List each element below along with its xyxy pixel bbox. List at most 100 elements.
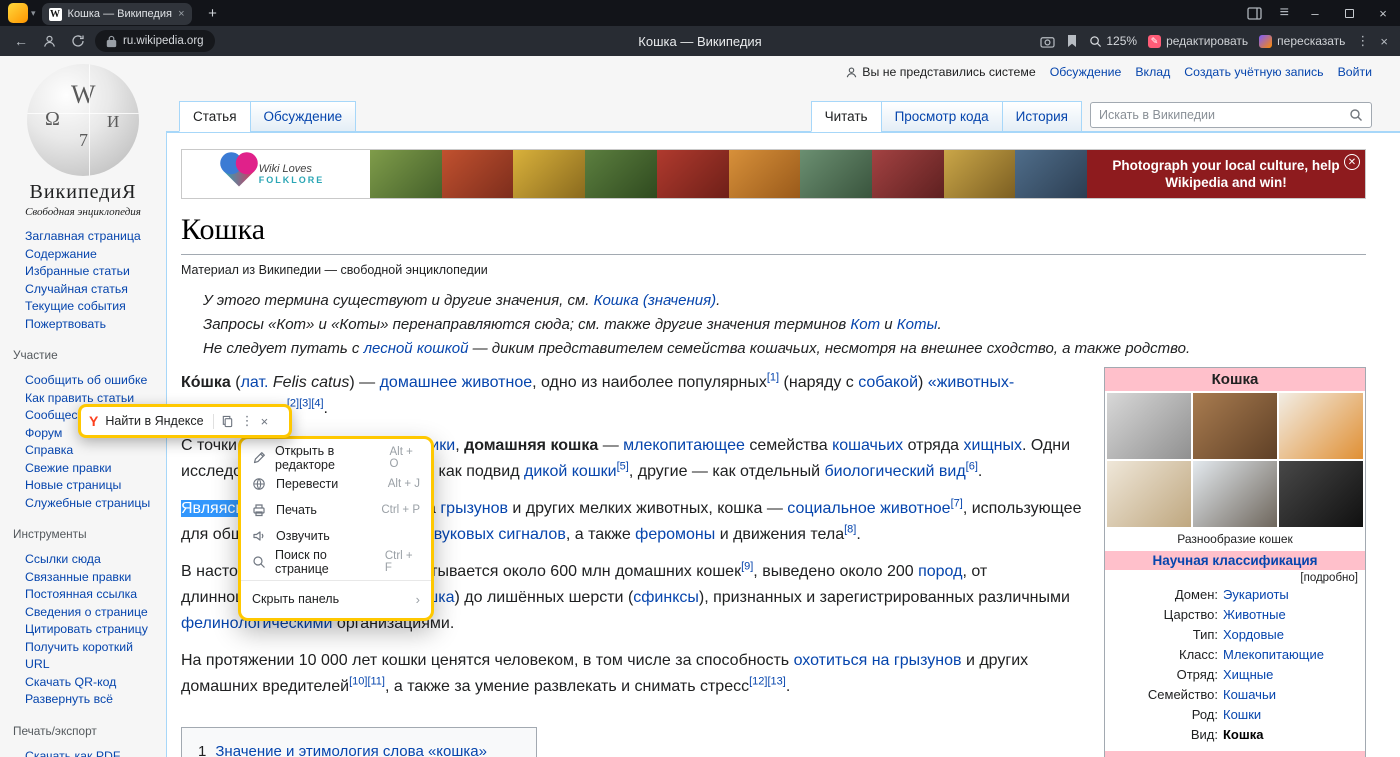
bookmark-icon[interactable] [1066,34,1078,48]
inline-link[interactable]: лат. [241,374,269,391]
menu-item[interactable]: Озвучить [241,523,431,549]
personal-link[interactable]: Войти [1338,65,1372,79]
inline-link[interactable]: Коты [897,316,938,333]
tab-Статья[interactable]: Статья [179,101,251,132]
hide-panel-item[interactable]: Скрыть панель › [241,586,431,612]
reference-link[interactable]: [3] [299,398,311,410]
inline-link[interactable]: дикой кошки [524,463,617,480]
sidebar-link[interactable]: Как править статьи [25,391,134,405]
sidebar-link[interactable]: Форум [25,426,62,440]
sidebar-link[interactable]: Ссылки сюда [25,552,101,566]
personal-link[interactable]: Вклад [1135,65,1170,79]
details-link[interactable]: [подробно] [1105,570,1365,585]
taxonomy-value[interactable]: Млекопитающие [1223,645,1324,665]
inline-link[interactable]: охотиться на грызунов [794,652,962,669]
inline-link[interactable]: звуковых сигналов [426,526,565,543]
sidebar-link[interactable]: Развернуть всё [25,692,113,706]
toc-entry[interactable]: 1Значение и этимология слова «кошка» [198,740,516,757]
url-field[interactable]: ru.wikipedia.org [95,30,215,52]
sidebar-link[interactable]: Цитировать страницу [25,622,148,636]
reference-link[interactable]: [1] [767,372,779,384]
reference-link[interactable]: [7] [951,498,963,510]
reload-icon[interactable] [71,34,85,48]
reference-link[interactable]: [10] [349,676,367,688]
tab-close-icon[interactable]: × [178,8,184,20]
campaign-banner[interactable]: Wiki Loves FOLKLORE Photograph your loca… [181,149,1366,199]
panel-close-icon[interactable]: × [1380,34,1388,49]
window-close-button[interactable]: × [1366,0,1400,26]
inline-link[interactable]: лесной кошкой [364,340,469,357]
sidebar-link[interactable]: Скачать как PDF [25,749,120,757]
profile-icon[interactable] [42,34,57,49]
sidebar-link[interactable]: Сообщить об ошибке [25,373,147,387]
reference-link[interactable]: [11] [367,676,385,688]
inline-link[interactable]: собакой [858,374,918,391]
taxonomy-value[interactable]: Кошки [1223,705,1261,725]
inline-link[interactable]: кошачьих [832,437,903,454]
popup-close-icon[interactable]: × [261,414,269,429]
sidebar-link[interactable]: Заглавная страница [25,229,141,243]
edit-page-button[interactable]: ✎ редактировать [1148,34,1248,48]
taxonomy-value[interactable]: Эукариоты [1223,585,1289,605]
side-panel-icon[interactable] [1247,7,1262,20]
inline-link[interactable]: сфинксы [633,589,699,606]
tab-История[interactable]: История [1002,101,1082,132]
taxonomy-value[interactable]: Хордовые [1223,625,1284,645]
reference-link[interactable]: [12] [749,676,767,688]
tab-Обсуждение[interactable]: Обсуждение [250,101,357,132]
chevron-down-icon[interactable]: ▾ [31,8,36,19]
sidebar-link[interactable]: Скачать QR-код [25,675,116,689]
browser-tab[interactable]: W Кошка — Википедия × [42,3,192,25]
inline-link[interactable]: Кот [850,316,880,333]
tab-Читать[interactable]: Читать [811,101,882,132]
personal-link[interactable]: Обсуждение [1050,65,1122,79]
sidebar-link[interactable]: Случайная статья [25,282,128,296]
sidebar-link[interactable]: Избранные статьи [25,264,130,278]
minimize-button[interactable]: – [1298,0,1332,26]
wiki-search-input[interactable] [1099,108,1349,122]
browser-app-button[interactable] [8,3,28,23]
sidebar-link[interactable]: Пожертвовать [25,317,106,331]
copy-icon[interactable] [221,415,234,428]
retell-button[interactable]: пересказать [1259,34,1345,48]
sidebar-link[interactable]: Справка [25,443,73,457]
personal-link[interactable]: Создать учётную запись [1184,65,1323,79]
reference-link[interactable]: [4] [311,398,323,410]
zoom-indicator[interactable]: 125% [1089,34,1137,48]
inline-link[interactable]: пород [918,563,962,580]
inline-link[interactable]: грызунов [440,500,508,517]
reference-link[interactable]: [5] [617,461,629,473]
sidebar-link[interactable]: Содержание [25,247,97,261]
popup-kebab-icon[interactable]: ⋮ [241,413,254,429]
reference-link[interactable]: [8] [844,524,856,536]
back-icon[interactable]: ← [14,33,28,49]
search-icon[interactable] [1349,108,1363,122]
menu-item[interactable]: Открыть в редактореAlt + O [241,445,431,471]
inline-link[interactable]: биологический вид [824,463,965,480]
wiki-search-box[interactable] [1090,102,1372,128]
classification-header[interactable]: Научная классификация [1105,551,1365,570]
sidebar-link[interactable]: Новые страницы [25,478,121,492]
sidebar-link[interactable]: Свежие правки [25,461,111,475]
sidebar-link[interactable]: Сведения о странице [25,605,148,619]
tab-Просмотр кода[interactable]: Просмотр кода [881,101,1003,132]
inline-link[interactable]: Кошка (значения) [594,292,717,309]
new-tab-button[interactable]: + [204,4,222,22]
inline-link[interactable]: млекопитающее [623,437,745,454]
sidebar-link[interactable]: Постоянная ссылка [25,587,137,601]
sidebar-link[interactable]: Служебные страницы [25,496,150,510]
inline-link[interactable]: домашнее животное [380,374,533,391]
menu-icon[interactable]: ≡ [1280,4,1289,22]
find-in-yandex-label[interactable]: Найти в Яндексе [105,414,203,428]
screenshot-icon[interactable] [1040,35,1055,48]
sidebar-link[interactable]: Связанные правки [25,570,131,584]
reference-link[interactable]: [6] [966,461,978,473]
menu-item[interactable]: Поиск по страницеCtrl + F [241,549,431,575]
kebab-menu-icon[interactable]: ⋮ [1356,33,1369,49]
taxonomy-value[interactable]: Хищные [1223,665,1273,685]
inline-link[interactable]: социальное животное [787,500,950,517]
inline-link[interactable]: феромоны [635,526,715,543]
taxonomy-value[interactable]: Животные [1223,605,1286,625]
reference-link[interactable]: [9] [741,561,753,573]
sidebar-link[interactable]: Получить короткий URL [25,640,133,672]
